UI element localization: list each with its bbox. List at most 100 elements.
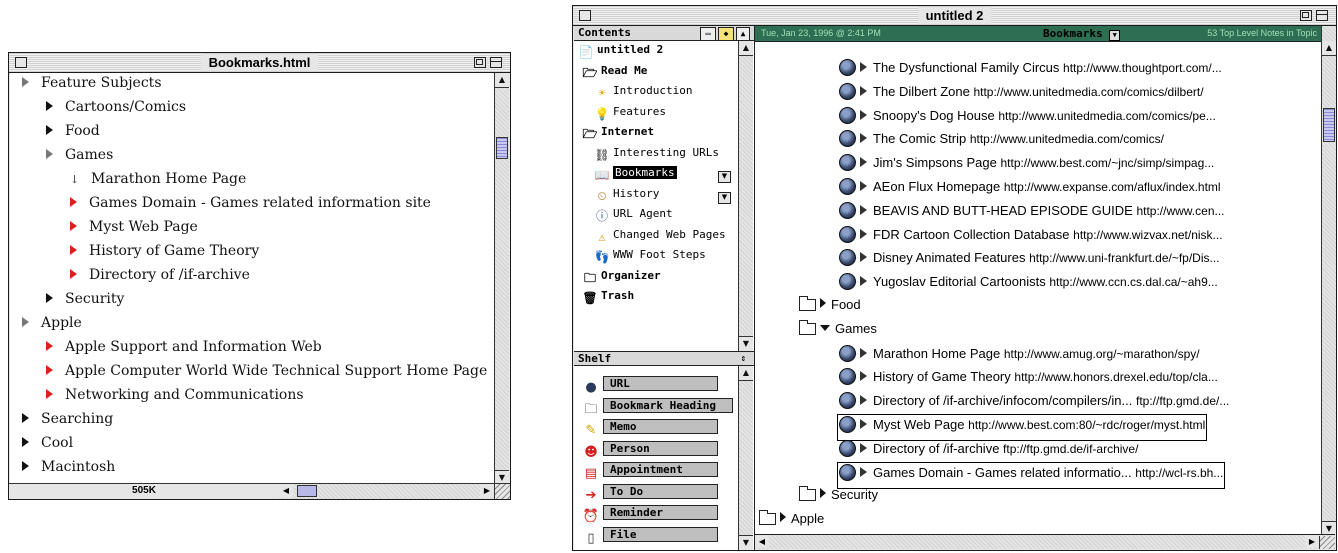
folder-row[interactable]: Apple: [759, 510, 824, 534]
disclosure-triangle-icon[interactable]: [860, 62, 867, 72]
tree-item[interactable]: ⓘ URL Agent: [594, 207, 673, 227]
tree-item[interactable]: 💡 Features: [594, 105, 666, 125]
scroll-right-arrow-icon[interactable]: ▶: [1305, 535, 1319, 548]
window-title-bar[interactable]: Bookmarks.html: [9, 53, 510, 73]
scroll-down-arrow-icon[interactable]: ▼: [739, 535, 753, 550]
url-note-row[interactable]: Disney Animated Features http://www.uni-…: [839, 249, 1220, 272]
bookmark-row[interactable]: Apple Computer World Wide Technical Supp…: [46, 363, 487, 385]
bookmark-row[interactable]: Feature Subjects: [22, 75, 162, 97]
scroll-up-arrow-icon[interactable]: ▲: [1322, 41, 1336, 56]
window-title-bar[interactable]: untitled 2: [573, 6, 1336, 26]
url-note-row[interactable]: Directory of /if-archive ftp://ftp.gmd.d…: [839, 439, 1138, 463]
resize-grip-icon[interactable]: [1319, 536, 1335, 549]
globe-icon[interactable]: [839, 368, 856, 386]
scroll-left-arrow-icon[interactable]: ◀: [279, 484, 293, 498]
link-marker-icon[interactable]: [46, 389, 53, 399]
globe-icon[interactable]: [839, 154, 856, 172]
disclosure-triangle-icon[interactable]: [860, 466, 867, 477]
shelf-item[interactable]: ✎ Memo: [582, 415, 718, 438]
disclosure-triangle-icon[interactable]: [860, 133, 867, 144]
zoom-box-icon[interactable]: [474, 57, 486, 68]
disclosure-triangle-icon[interactable]: [820, 488, 826, 499]
new-item-icon[interactable]: ◆: [718, 27, 734, 41]
bookmark-row[interactable]: Games Domain - Games related information…: [70, 195, 431, 217]
disclosure-triangle-icon[interactable]: [860, 395, 867, 406]
disclosure-triangle-icon[interactable]: [22, 437, 29, 447]
disclosure-triangle-icon[interactable]: [860, 371, 867, 382]
globe-icon[interactable]: [839, 439, 856, 457]
tree-item[interactable]: 🗁 Internet: [582, 125, 654, 145]
disclosure-triangle-icon[interactable]: [46, 149, 53, 159]
tree-item[interactable]: 📖 Bookmarks: [594, 166, 677, 186]
notes-scrollbar[interactable]: ▲ ▼: [1321, 26, 1336, 536]
bookmark-row[interactable]: History of Game Theory: [70, 243, 259, 265]
globe-icon[interactable]: [839, 201, 856, 219]
globe-icon[interactable]: [839, 82, 856, 100]
horizontal-scrollbar[interactable]: ◀ ▶: [755, 534, 1335, 549]
url-note-row[interactable]: Directory of /if-archive/infocom/compile…: [839, 392, 1229, 415]
shelf-resize-icon[interactable]: ⇕: [741, 352, 746, 366]
disclosure-triangle-icon[interactable]: [860, 347, 867, 358]
bookmark-row[interactable]: Myst Web Page: [70, 219, 198, 241]
scroll-down-arrow-icon[interactable]: ▼: [739, 336, 753, 351]
url-note-row[interactable]: The Comic Strip http://www.unitedmedia.c…: [839, 130, 1164, 153]
tree-item[interactable]: ⏲ History: [594, 187, 659, 207]
disclosure-triangle-icon[interactable]: [860, 252, 867, 263]
link-marker-icon[interactable]: [70, 221, 77, 231]
url-note-row[interactable]: AEon Flux Homepage http://www.expanse.co…: [839, 178, 1221, 201]
shelf-item[interactable]: ● URL: [582, 372, 718, 395]
disclosure-triangle-icon[interactable]: [860, 276, 867, 287]
bookmark-row[interactable]: Games: [46, 147, 113, 169]
globe-icon[interactable]: [839, 416, 856, 433]
disclosure-triangle-icon[interactable]: [860, 442, 867, 453]
disclosure-triangle-icon[interactable]: [860, 228, 867, 239]
url-note-row[interactable]: The Dilbert Zone http://www.unitedmedia.…: [839, 82, 1204, 106]
bookmark-row[interactable]: Apple Support and Information Web: [46, 339, 322, 361]
disclosure-triangle-icon[interactable]: [860, 109, 867, 120]
url-note-row[interactable]: Games Domain - Games related informatio.…: [836, 461, 1226, 489]
globe-icon[interactable]: [839, 225, 856, 243]
tree-item[interactable]: 🗑 Trash: [582, 289, 634, 309]
link-marker-icon[interactable]: [46, 341, 53, 351]
shelf-scrollbar[interactable]: ▲ ▼: [738, 366, 753, 550]
disclosure-triangle-icon[interactable]: [22, 413, 29, 423]
scroll-thumb[interactable]: [1323, 108, 1335, 142]
link-marker-icon[interactable]: [46, 365, 53, 375]
bookmark-row[interactable]: Food: [46, 123, 100, 145]
globe-icon[interactable]: [839, 59, 856, 76]
tree-item[interactable]: ⛓ Interesting URLs: [594, 146, 719, 166]
bookmark-row[interactable]: Cartoons/Comics: [46, 99, 186, 121]
horizontal-scroll-thumb[interactable]: [297, 485, 317, 497]
chevron-down-icon[interactable]: ▼: [1109, 30, 1121, 41]
link-marker-icon[interactable]: [70, 269, 77, 279]
scroll-up-arrow-icon[interactable]: ▲: [739, 41, 753, 56]
expanded-arrow-icon[interactable]: ↓: [70, 173, 79, 186]
disclosure-triangle-icon[interactable]: [780, 512, 786, 523]
disclosure-triangle-icon[interactable]: [860, 419, 867, 429]
vertical-scrollbar[interactable]: ▲ ▼: [494, 73, 509, 485]
tree-item[interactable]: 🗁 Read Me: [582, 64, 648, 84]
tree-item[interactable]: 👣 WWW Foot Steps: [594, 248, 706, 268]
url-note-row[interactable]: Yugoslav Editorial Cartoonists http://ww…: [839, 273, 1218, 296]
url-note-row[interactable]: FDR Cartoon Collection Database http://w…: [839, 225, 1223, 249]
windowshade-box-icon[interactable]: [1316, 10, 1328, 21]
bookmark-row[interactable]: Directory of /if-archive: [70, 267, 250, 289]
tree-item[interactable]: 📄 untitled 2: [578, 43, 664, 63]
windowshade-box-icon[interactable]: [490, 57, 502, 68]
globe-icon[interactable]: [839, 463, 856, 481]
globe-icon[interactable]: [839, 178, 856, 195]
tree-item[interactable]: ☀ Introduction: [594, 84, 692, 104]
bookmark-row[interactable]: Security: [46, 291, 124, 313]
topic-selector[interactable]: Bookmarks ▼: [1043, 26, 1121, 41]
disclosure-triangle-icon[interactable]: [22, 461, 29, 471]
link-marker-icon[interactable]: [70, 245, 77, 255]
bookmark-row[interactable]: Macintosh: [22, 459, 115, 481]
disclosure-triangle-icon[interactable]: [46, 293, 53, 303]
url-note-row[interactable]: Myst Web Page http://www.best.com:80/~rd…: [836, 414, 1208, 441]
resize-grip-icon[interactable]: [494, 484, 510, 499]
url-note-row[interactable]: Snoopy's Dog House http://www.unitedmedi…: [839, 106, 1216, 130]
disclosure-triangle-icon[interactable]: [860, 204, 867, 215]
shelf-item[interactable]: 🗀 Bookmark Heading: [582, 394, 733, 417]
close-box-icon[interactable]: [15, 57, 27, 68]
globe-icon[interactable]: [839, 344, 856, 362]
